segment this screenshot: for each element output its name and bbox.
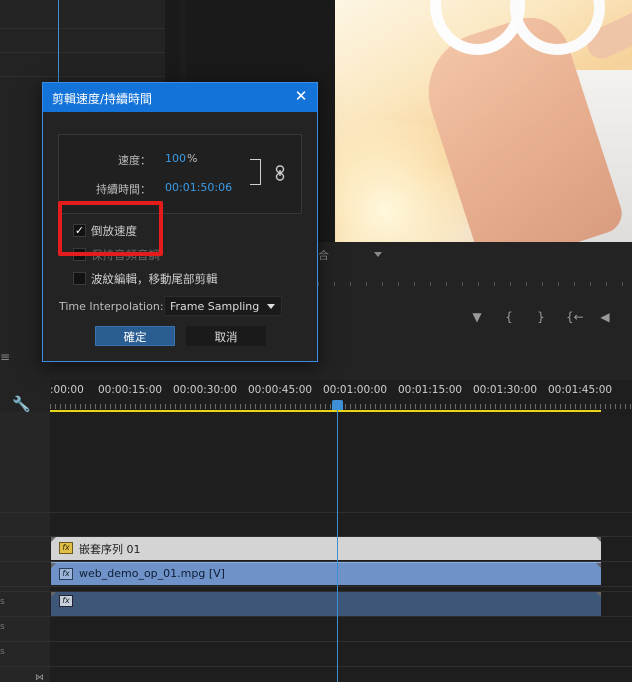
- link-bracket: [250, 159, 261, 185]
- wrench-icon[interactable]: 🔧: [12, 395, 31, 413]
- playhead-line: [337, 408, 338, 682]
- mark-in-icon[interactable]: {: [502, 310, 516, 326]
- track-divider: [0, 666, 632, 667]
- link-icon-svg: [275, 165, 285, 181]
- track-divider: [0, 641, 632, 642]
- program-transport-controls: ▼ { } {← ◀: [470, 310, 612, 326]
- time-label: :00:00: [50, 384, 84, 396]
- track-label-glyph: s: [0, 597, 5, 607]
- timeline-track-area[interactable]: [50, 380, 632, 682]
- audio-clip[interactable]: fx: [51, 592, 601, 616]
- ok-button[interactable]: 確定: [95, 326, 175, 346]
- program-video-frame: [335, 0, 632, 242]
- mark-out-icon[interactable]: }: [534, 310, 548, 326]
- track-divider: [0, 586, 632, 587]
- ripple-edit-checkbox[interactable]: [73, 272, 86, 285]
- go-to-in-icon[interactable]: {←: [566, 310, 584, 326]
- time-interpolation-value: Frame Sampling: [170, 300, 260, 313]
- clip-label: web_demo_op_01.mpg [V]: [79, 567, 225, 580]
- program-time-ruler[interactable]: [318, 278, 632, 288]
- panel-menu-icon[interactable]: ≡: [0, 350, 10, 364]
- time-label: 00:01:45:00: [548, 384, 613, 396]
- dialog-title-bar[interactable]: 剪輯速度/持續時間 ✕: [43, 83, 317, 112]
- time-label: 00:01:15:00: [398, 384, 463, 396]
- fx-badge: fx: [59, 595, 73, 607]
- time-label: 00:01:30:00: [473, 384, 538, 396]
- panel-row-divider: [0, 76, 165, 77]
- video-clip[interactable]: fx web_demo_op_01.mpg [V]: [51, 562, 601, 585]
- clip-end-corner: [596, 592, 601, 597]
- clip-start-corner: [51, 537, 56, 542]
- ripple-edit-label: 波紋編輯，移動尾部剪輯: [91, 272, 218, 286]
- speed-unit: %: [187, 152, 198, 165]
- track-divider: [0, 616, 632, 617]
- program-fit-select[interactable]: 合: [318, 247, 386, 263]
- link-icon[interactable]: [275, 165, 285, 181]
- duration-label: 持續時間：: [96, 183, 151, 196]
- fx-badge: fx: [59, 568, 73, 580]
- clip-label: 嵌套序列 01: [79, 543, 141, 556]
- annotation-highlight-box: [58, 201, 163, 256]
- panel-row-divider: [0, 52, 165, 53]
- speed-label: 速度：: [118, 154, 151, 167]
- add-marker-icon[interactable]: ▼: [470, 310, 484, 326]
- nested-sequence-clip[interactable]: fx 嵌套序列 01: [51, 537, 601, 560]
- track-divider: [0, 512, 632, 513]
- clip-start-corner: [51, 563, 56, 568]
- fit-select-value: 合: [318, 249, 329, 262]
- step-back-icon[interactable]: ◀: [598, 310, 612, 326]
- cancel-button[interactable]: 取消: [186, 326, 266, 346]
- work-area-bar[interactable]: [50, 410, 601, 412]
- timeline-panel: ≡ 🔧 :00:00 00:00:15:00 00:00:30:00 00:00…: [0, 340, 632, 682]
- speed-value[interactable]: 100: [165, 152, 186, 165]
- clip-end-corner: [596, 563, 601, 568]
- zoom-handle-icon[interactable]: ⋈: [35, 673, 44, 682]
- time-label: 00:00:15:00: [98, 384, 163, 396]
- time-label: 00:01:00:00: [323, 384, 388, 396]
- duration-value[interactable]: 00:01:50:06: [165, 181, 232, 194]
- time-label: 00:00:30:00: [173, 384, 238, 396]
- chevron-down-icon: [374, 252, 382, 257]
- close-icon[interactable]: ✕: [294, 88, 308, 104]
- time-interpolation-label: Time Interpolation:: [59, 300, 164, 313]
- timeline-time-ruler[interactable]: :00:00 00:00:15:00 00:00:30:00 00:00:45:…: [50, 384, 632, 398]
- clip-start-corner: [51, 592, 56, 597]
- fx-badge: fx: [59, 542, 73, 554]
- time-interpolation-select[interactable]: Frame Sampling: [164, 296, 282, 316]
- panel-row-divider: [0, 28, 165, 29]
- track-label-glyph: s: [0, 622, 5, 632]
- time-label: 00:00:45:00: [248, 384, 313, 396]
- source-playhead-line: [58, 0, 59, 82]
- chevron-down-icon: [267, 304, 275, 309]
- clip-end-corner: [596, 537, 601, 542]
- dialog-title: 剪輯速度/持續時間: [52, 92, 153, 106]
- track-label-glyph: s: [0, 647, 5, 657]
